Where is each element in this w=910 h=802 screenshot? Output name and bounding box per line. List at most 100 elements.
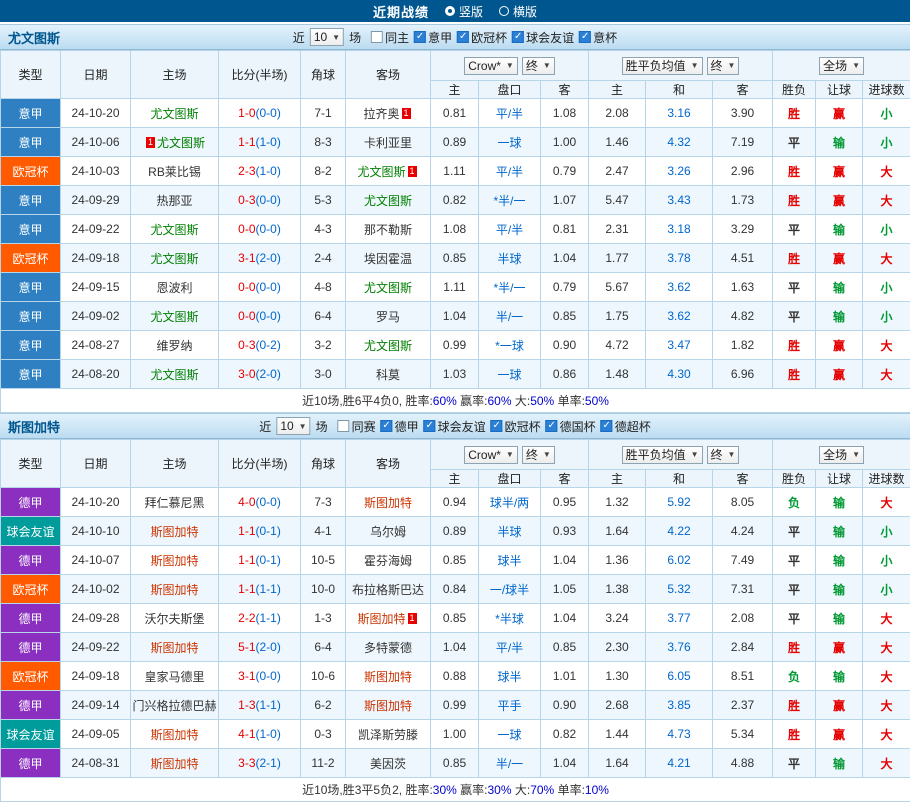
odds-stage-select[interactable]: 终▼ <box>522 446 555 464</box>
layout-radio-horizontal[interactable]: 横版 <box>499 3 537 20</box>
summary-stat-value: 10% <box>585 783 609 797</box>
filter-checkbox[interactable]: ✓球会友谊 <box>424 418 486 435</box>
odds-away-col: 客 <box>541 81 589 99</box>
team-name: 布拉格斯巴达 <box>352 583 424 597</box>
fulltime-score: 4-0 <box>238 495 255 509</box>
avg-draw-cell: 4.22 <box>646 517 713 546</box>
date-cell: 24-08-31 <box>61 749 131 778</box>
result-cell: 平 <box>773 604 816 633</box>
odds-home-cell: 1.11 <box>431 273 479 302</box>
avg-draw-cell: 5.92 <box>646 488 713 517</box>
match-row: 德甲24-10-20拜仁慕尼黑4-0(0-0)7-3斯图加特0.94球半/两0.… <box>1 488 910 517</box>
recent-count-select[interactable]: 10▼ <box>276 417 310 435</box>
avg-stage-select[interactable]: 终▼ <box>707 446 740 464</box>
bookmaker-select[interactable]: Crow*▼ <box>464 57 518 75</box>
away-team-cell: 埃因霍温 <box>346 244 431 273</box>
checkbox-icon[interactable]: ✓ <box>601 420 613 432</box>
away-team-cell: 尤文图斯 <box>346 273 431 302</box>
radio-unselected-icon[interactable] <box>499 6 509 16</box>
recent-suffix-label: 场 <box>316 418 328 435</box>
filter-checkbox[interactable]: ✓德国杯 <box>546 418 596 435</box>
avg-away-cell: 4.82 <box>713 302 773 331</box>
odds-away-cell: 0.86 <box>541 360 589 389</box>
odds-stage-select[interactable]: 终▼ <box>522 57 555 75</box>
corner-cell: 10-0 <box>301 575 346 604</box>
fulltime-score: 3-1 <box>238 669 255 683</box>
checkbox-icon[interactable]: ✓ <box>512 31 524 43</box>
radio-selected-icon[interactable] <box>445 6 455 16</box>
handicap-result-cell: 赢 <box>816 360 863 389</box>
match-row: 意甲24-09-22尤文图斯0-0(0-0)4-3那不勒斯1.08平/半0.81… <box>1 215 910 244</box>
handicap-result-cell: 输 <box>816 662 863 691</box>
scope-select[interactable]: 全场▼ <box>819 446 864 464</box>
checkbox-icon[interactable]: ✓ <box>424 420 436 432</box>
result-cell: 胜 <box>773 691 816 720</box>
checkbox-icon[interactable] <box>371 31 383 43</box>
handicap-cell: 平/半 <box>479 215 541 244</box>
date-cell: 24-09-02 <box>61 302 131 331</box>
checkbox-icon[interactable]: ✓ <box>579 31 591 43</box>
score-cell: 0-0(0-0) <box>219 273 301 302</box>
corner-cell: 6-4 <box>301 633 346 662</box>
filter-checkbox[interactable]: ✓德甲 <box>381 418 419 435</box>
result-cell: 平 <box>773 273 816 302</box>
team-name: 拜仁慕尼黑 <box>144 496 204 510</box>
checkbox-icon[interactable]: ✓ <box>491 420 503 432</box>
filter-checkbox[interactable]: ✓德超杯 <box>601 418 651 435</box>
handicap-cell: 一球 <box>479 720 541 749</box>
goals-cell: 小 <box>863 302 910 331</box>
checkbox-icon[interactable] <box>338 420 350 432</box>
away-team-cell: 科莫 <box>346 360 431 389</box>
bookmaker-select[interactable]: Crow*▼ <box>464 446 518 464</box>
avg-group-header: 胜平负均值▼ 终▼ <box>589 440 773 470</box>
result-cell: 胜 <box>773 633 816 662</box>
league-cell: 意甲 <box>1 99 61 128</box>
odds-away-cell: 1.05 <box>541 575 589 604</box>
halftime-score: (0-0) <box>256 222 281 236</box>
date-cell: 24-09-18 <box>61 244 131 273</box>
checkbox-icon[interactable]: ✓ <box>414 31 426 43</box>
avg-away-cell: 2.96 <box>713 157 773 186</box>
select-value: 终 <box>526 57 538 74</box>
handicap-cell: 平手 <box>479 691 541 720</box>
date-cell: 24-10-20 <box>61 488 131 517</box>
filter-checkbox[interactable]: ✓欧冠杯 <box>457 29 507 46</box>
filter-checkbox[interactable]: ✓意甲 <box>414 29 452 46</box>
result-cell: 胜 <box>773 186 816 215</box>
handicap-result-col: 让球 <box>816 470 863 488</box>
layout-radio-vertical[interactable]: 竖版 <box>445 3 483 20</box>
away-team-cell: 乌尔姆 <box>346 517 431 546</box>
fulltime-score: 0-0 <box>238 280 255 294</box>
result-cell: 平 <box>773 215 816 244</box>
filter-checkbox[interactable]: 同赛 <box>338 418 376 435</box>
corner-cell: 10-6 <box>301 662 346 691</box>
date-cell: 24-10-07 <box>61 546 131 575</box>
team-name: 热那亚 <box>156 194 192 208</box>
team-name: 尤文图斯 <box>150 223 198 237</box>
avg-draw-cell: 3.62 <box>646 273 713 302</box>
odds-away-cell: 1.01 <box>541 662 589 691</box>
handicap-result-cell: 赢 <box>816 720 863 749</box>
checkbox-icon[interactable]: ✓ <box>546 420 558 432</box>
filter-checkbox[interactable]: 同主 <box>371 29 409 46</box>
filter-checkbox[interactable]: ✓球会友谊 <box>512 29 574 46</box>
checkbox-icon[interactable]: ✓ <box>381 420 393 432</box>
checkbox-icon[interactable]: ✓ <box>457 31 469 43</box>
avg-away-cell: 7.19 <box>713 128 773 157</box>
goals-col: 进球数 <box>863 81 910 99</box>
home-team-cell: 恩波利 <box>131 273 219 302</box>
avg-type-select[interactable]: 胜平负均值▼ <box>622 57 703 75</box>
away-team-cell: 斯图加特 <box>346 488 431 517</box>
avg-away-cell: 8.51 <box>713 662 773 691</box>
filter-checkbox[interactable]: ✓欧冠杯 <box>491 418 541 435</box>
fulltime-score: 2-3 <box>238 164 255 178</box>
avg-stage-select[interactable]: 终▼ <box>707 57 740 75</box>
match-row: 球会友谊24-10-10斯图加特1-1(0-1)4-1乌尔姆0.89半球0.93… <box>1 517 910 546</box>
date-cell: 24-09-28 <box>61 604 131 633</box>
filter-checkbox[interactable]: ✓意杯 <box>579 29 617 46</box>
scope-select[interactable]: 全场▼ <box>819 57 864 75</box>
recent-count-select[interactable]: 10▼ <box>310 28 344 46</box>
odds-home-cell: 0.82 <box>431 186 479 215</box>
handicap-result-cell: 赢 <box>816 633 863 662</box>
avg-type-select[interactable]: 胜平负均值▼ <box>622 446 703 464</box>
